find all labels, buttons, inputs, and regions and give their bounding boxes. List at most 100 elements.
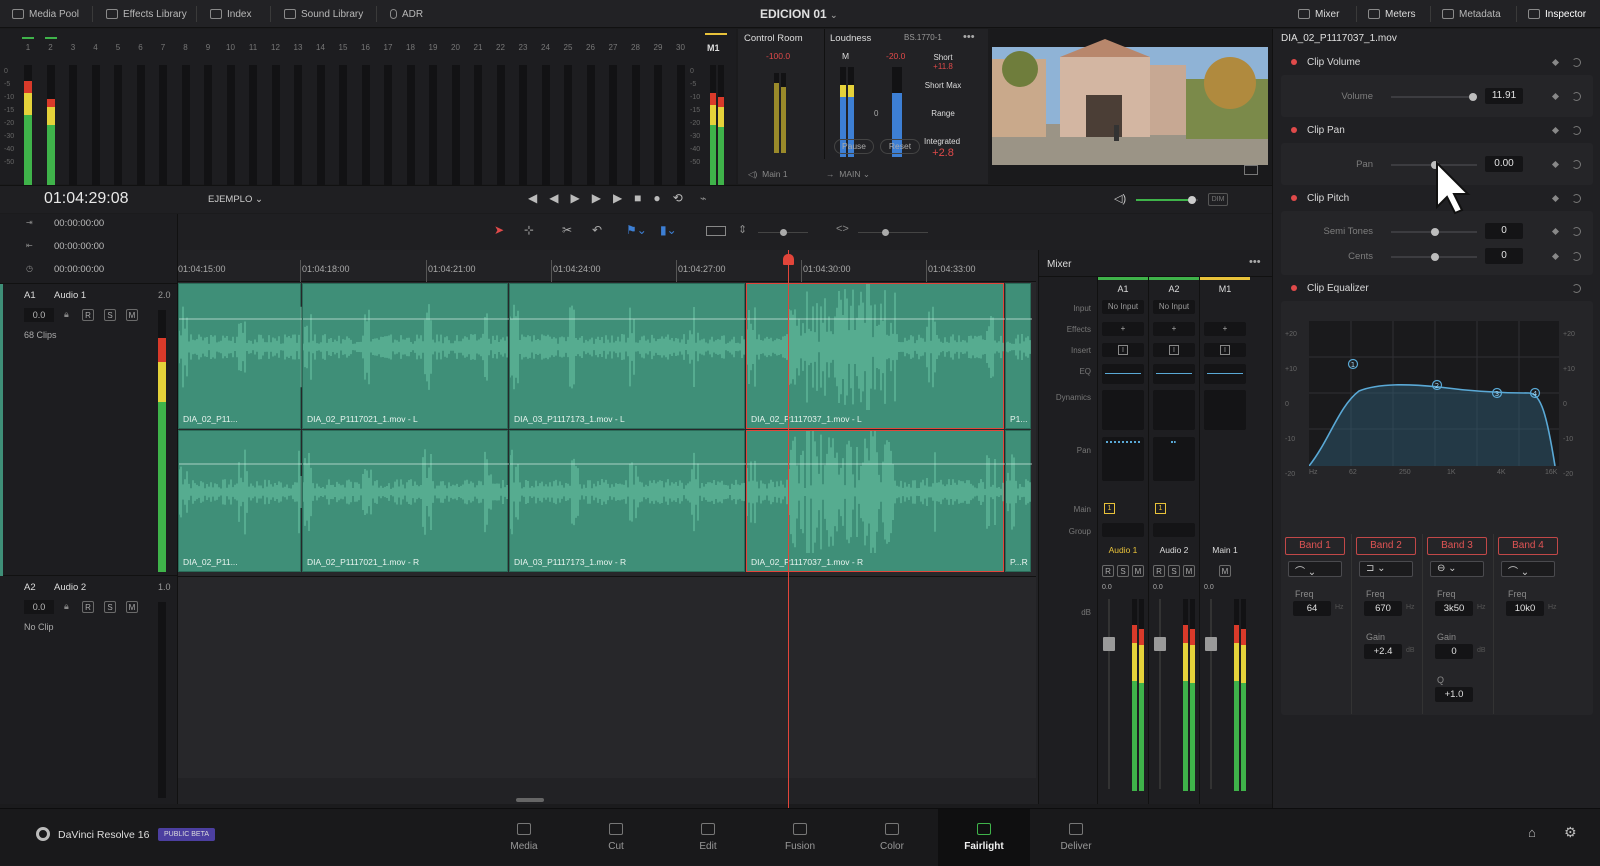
- mixer-eq-thumbnail[interactable]: [1153, 364, 1195, 384]
- band-1-shape-dropdown[interactable]: ⌒ ⌄: [1288, 561, 1342, 578]
- timeline-title-dropdown[interactable]: EDICION 01 ⌄: [760, 0, 838, 28]
- track-a2-level[interactable]: 0.0: [24, 600, 54, 614]
- reset-icon[interactable]: [1572, 227, 1581, 236]
- vertical-zoom-slider[interactable]: [758, 229, 808, 236]
- track-a2-header[interactable]: A2 Audio 2 1.0 0.0 🔒︎ R S M No Clip: [0, 576, 178, 804]
- audio-clip[interactable]: DIA_02_P1117021_1.mov - R: [302, 430, 509, 572]
- page-tab-color[interactable]: Color: [846, 809, 938, 866]
- gear-icon[interactable]: ⚙: [1564, 824, 1577, 841]
- loudness-options-icon[interactable]: •••: [963, 31, 975, 43]
- clip-volume-header[interactable]: Clip Volume: [1281, 51, 1593, 73]
- page-tab-media[interactable]: Media: [478, 809, 570, 866]
- timeline-ruler[interactable]: 01:04:15:00 01:04:18:00 01:04:21:00 01:0…: [178, 250, 1036, 282]
- index-button[interactable]: Index: [202, 0, 259, 28]
- pointer-tool-icon[interactable]: ➤: [494, 223, 504, 237]
- band-3-q-field[interactable]: +1.0: [1435, 687, 1473, 702]
- track-a2-mute-button[interactable]: M: [126, 601, 138, 613]
- reset-icon[interactable]: [1572, 194, 1581, 203]
- mixer-pan-thumbnail[interactable]: [1102, 437, 1144, 481]
- reset-icon[interactable]: [1572, 58, 1581, 67]
- snap-tool-icon[interactable]: ↶: [592, 223, 602, 237]
- page-tab-deliver[interactable]: Deliver: [1030, 809, 1122, 866]
- mark-out-timecode[interactable]: 00:00:00:00: [54, 241, 104, 252]
- cents-slider-knob[interactable]: [1431, 253, 1439, 261]
- timeline-selector[interactable]: EJEMPLO ⌄: [208, 194, 263, 205]
- adr-button[interactable]: ADR: [382, 0, 431, 28]
- mixer-channel-button[interactable]: M: [1132, 565, 1144, 577]
- timeline-scrollbar[interactable]: [516, 798, 544, 802]
- band-4-shape-dropdown[interactable]: ⌒ ⌄: [1501, 561, 1555, 578]
- pan-value-field[interactable]: 0.00: [1485, 156, 1523, 172]
- band-4-freq-field[interactable]: 10k0: [1506, 601, 1544, 616]
- sound-library-button[interactable]: Sound Library: [276, 0, 371, 28]
- mixer-dynamics-thumbnail[interactable]: [1204, 390, 1246, 430]
- reset-icon[interactable]: [1572, 92, 1581, 101]
- record-icon[interactable]: ●: [653, 191, 672, 205]
- mixer-effects-add[interactable]: +: [1204, 322, 1246, 336]
- mixer-group-select[interactable]: [1102, 523, 1144, 537]
- loudness-reset-button[interactable]: Reset: [880, 139, 920, 154]
- mixer-dynamics-thumbnail[interactable]: [1102, 390, 1144, 430]
- mixer-channel-button[interactable]: M: [1183, 565, 1195, 577]
- track-a2-record-button[interactable]: R: [82, 601, 94, 613]
- mixer-insert-toggle[interactable]: I: [1102, 343, 1144, 357]
- semitones-value-field[interactable]: 0: [1485, 223, 1523, 239]
- viewer-mode-icon[interactable]: [1244, 165, 1258, 175]
- mixer-group-select[interactable]: [1153, 523, 1195, 537]
- track-a1-header[interactable]: A1 Audio 1 2.0 0.0 🔒︎ R S M 68 Clips: [0, 284, 178, 576]
- band-2-gain-field[interactable]: +2.4: [1364, 644, 1402, 659]
- mixer-fader-knob[interactable]: [1103, 637, 1115, 651]
- metadata-toggle-button[interactable]: Metadata: [1434, 0, 1509, 28]
- band-1-freq-field[interactable]: 64: [1293, 601, 1331, 616]
- marker-icon[interactable]: ▮⌄: [660, 223, 677, 237]
- band-2-freq-field[interactable]: 670: [1364, 601, 1402, 616]
- home-icon[interactable]: ⌂: [1528, 825, 1536, 840]
- horizontal-zoom-slider[interactable]: [858, 229, 928, 236]
- rewind-icon[interactable]: ◀◀: [528, 191, 570, 205]
- control-room-output[interactable]: ◁) Main 1: [748, 169, 788, 180]
- flag-icon[interactable]: ⚑⌄: [626, 223, 647, 237]
- video-viewer[interactable]: [990, 29, 1272, 184]
- inspector-toggle-button[interactable]: Inspector: [1520, 0, 1594, 28]
- mixer-fader-knob[interactable]: [1205, 637, 1217, 651]
- reset-icon[interactable]: [1572, 284, 1581, 293]
- duration-timecode[interactable]: 00:00:00:00: [54, 264, 104, 275]
- clip-pan-header[interactable]: Clip Pan: [1281, 119, 1593, 141]
- master-timecode[interactable]: 01:04:29:08: [44, 190, 129, 208]
- semitones-slider-knob[interactable]: [1431, 228, 1439, 236]
- mixer-options-icon[interactable]: •••: [1249, 256, 1261, 268]
- band-2-shape-dropdown[interactable]: ⊐ ⌄: [1359, 561, 1413, 577]
- track-a1-level[interactable]: 0.0: [24, 308, 54, 322]
- track-a2-solo-button[interactable]: S: [104, 601, 116, 613]
- monitor-volume-knob[interactable]: [1187, 196, 1196, 204]
- effects-library-button[interactable]: Effects Library: [98, 0, 195, 28]
- razor-tool-icon[interactable]: ✂: [562, 223, 572, 237]
- lock-icon[interactable]: 🔒︎: [64, 309, 69, 320]
- track-a1-name[interactable]: Audio 1: [54, 290, 86, 301]
- mixer-input-select[interactable]: No Input: [1102, 300, 1144, 314]
- mixer-insert-toggle[interactable]: I: [1204, 343, 1246, 357]
- enable-dot-icon[interactable]: [1291, 59, 1297, 65]
- page-tab-fusion[interactable]: Fusion: [754, 809, 846, 866]
- horizontal-zoom-icon[interactable]: <>: [836, 223, 849, 235]
- mixer-channel-button[interactable]: R: [1153, 565, 1165, 577]
- reset-icon[interactable]: [1572, 252, 1581, 261]
- page-tab-cut[interactable]: Cut: [570, 809, 662, 866]
- page-tab-edit[interactable]: Edit: [662, 809, 754, 866]
- mixer-effects-add[interactable]: +: [1102, 322, 1144, 336]
- control-room-routing[interactable]: → MAIN ⌄: [826, 169, 870, 180]
- mixer-main-assign[interactable]: 1: [1104, 503, 1115, 514]
- mixer-eq-thumbnail[interactable]: [1102, 364, 1144, 384]
- audio-clip[interactable]: P...R: [1005, 430, 1032, 572]
- band-3-freq-field[interactable]: 3k50: [1435, 601, 1473, 616]
- loop-icon[interactable]: ⟲: [673, 191, 695, 205]
- band-4-button[interactable]: Band 4: [1498, 537, 1558, 555]
- enable-dot-icon[interactable]: [1291, 285, 1297, 291]
- audio-clip[interactable]: DIA_02_P1117037_1.mov - R: [746, 430, 1005, 572]
- lock-icon[interactable]: 🔒︎: [64, 601, 69, 612]
- track-height-icon[interactable]: [706, 226, 726, 236]
- mark-in-timecode[interactable]: 00:00:00:00: [54, 218, 104, 229]
- enable-dot-icon[interactable]: [1291, 127, 1297, 133]
- media-pool-button[interactable]: Media Pool: [4, 0, 87, 28]
- clip-equalizer-header[interactable]: Clip Equalizer: [1281, 277, 1593, 299]
